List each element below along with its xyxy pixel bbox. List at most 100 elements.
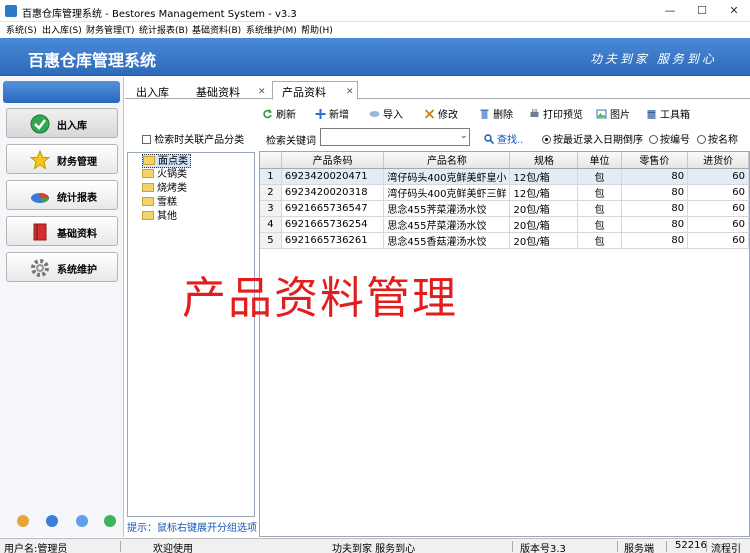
menu-maintenance[interactable]: 系统维护(M) xyxy=(246,23,297,36)
nav-inout-label: 出入库 xyxy=(57,121,87,132)
related-category-checkbox[interactable]: 检索时关联产品分类 xyxy=(142,131,244,146)
cell-unit[interactable]: 包 xyxy=(577,216,622,233)
add-button[interactable]: 新增 xyxy=(315,106,349,121)
menu-reports[interactable]: 统计报表(B) xyxy=(139,23,188,36)
refresh-button[interactable]: 刷新 xyxy=(262,106,296,121)
cell-retail[interactable]: 80 xyxy=(621,216,689,233)
search-input[interactable] xyxy=(320,128,470,146)
header-banner: 百惠仓库管理系统 功夫到家 服务到心 xyxy=(0,38,750,76)
maximize-button[interactable]: ☐ xyxy=(686,0,718,22)
edit-button[interactable]: 修改 xyxy=(424,106,458,121)
tree-item-hotpot[interactable]: 火锅类 xyxy=(142,168,187,182)
app-icon xyxy=(5,5,17,17)
sort-radio-name[interactable]: 按名称 xyxy=(697,131,738,146)
nav-reports-button[interactable]: 统计报表 xyxy=(6,180,118,210)
radio-dot[interactable] xyxy=(649,135,658,144)
cell-barcode[interactable]: 6923420020471 xyxy=(281,168,385,185)
footer-clock-icon[interactable] xyxy=(46,515,58,527)
cell-retail[interactable]: 80 xyxy=(621,184,689,201)
nav-basic-data-button[interactable]: 基础资料 xyxy=(6,216,118,246)
cell-name[interactable]: 思念455芹菜灌汤水饺 xyxy=(383,216,511,233)
cell-name[interactable]: 湾仔码头400克鲜美虾皇小 xyxy=(383,168,511,185)
delete-button[interactable]: 删除 xyxy=(479,106,513,121)
cell-unit[interactable]: 包 xyxy=(577,168,622,185)
sort-radio-code[interactable]: 按编号 xyxy=(649,131,690,146)
menu-inout[interactable]: 出入库(S) xyxy=(42,23,82,36)
checkbox-box[interactable] xyxy=(142,135,151,144)
status-server: 服务端 xyxy=(624,544,654,553)
tab-basic-data[interactable]: 基础资料 xyxy=(196,84,240,100)
menu-basic-data[interactable]: 基础资料(B) xyxy=(192,23,241,36)
footer-refresh-icon[interactable] xyxy=(104,515,116,527)
toolbox-button[interactable]: 工具箱 xyxy=(646,106,690,121)
nav-finance-button[interactable]: 财务管理 xyxy=(6,144,118,174)
table-row[interactable]: 3 6921665736547 思念455荠菜灌汤水饺 20包/箱 包 80 6… xyxy=(260,200,749,217)
tree-item-other[interactable]: 其他 xyxy=(142,210,177,224)
cell-barcode[interactable]: 6921665736261 xyxy=(281,232,385,249)
tree-item-bbq[interactable]: 烧烤类 xyxy=(142,182,187,196)
tab-inout[interactable]: 出入库 xyxy=(136,84,169,100)
col-barcode[interactable]: 产品条码 xyxy=(281,152,385,169)
search-button[interactable]: 查找.. xyxy=(484,131,523,146)
toolbox-icon xyxy=(647,110,656,119)
tab-products[interactable]: 产品资料 xyxy=(282,84,326,100)
cell-unit[interactable]: 包 xyxy=(577,232,622,249)
footer-edit-icon[interactable] xyxy=(17,515,29,527)
tree-item-noodle[interactable]: 面点类 xyxy=(142,154,191,168)
image-button[interactable]: 图片 xyxy=(596,106,630,121)
red-book-icon xyxy=(33,223,47,241)
cell-retail[interactable]: 80 xyxy=(621,232,689,249)
close-button[interactable]: ✕ xyxy=(718,0,750,22)
menu-system[interactable]: 系统(S) xyxy=(6,23,37,36)
print-preview-button[interactable]: 打印预览 xyxy=(529,106,583,121)
table-row[interactable]: 1 6923420020471 湾仔码头400克鲜美虾皇小 12包/箱 包 80… xyxy=(260,168,749,185)
chevron-down-icon[interactable]: ⌄ xyxy=(460,131,468,141)
col-cost[interactable]: 进货价 xyxy=(687,152,749,169)
tab-basic-data-close-icon[interactable]: ✕ xyxy=(258,87,266,97)
cell-spec[interactable]: 12包/箱 xyxy=(509,184,579,201)
cell-barcode[interactable]: 6923420020318 xyxy=(281,184,385,201)
cell-spec[interactable]: 20包/箱 xyxy=(509,232,579,249)
nav-inout-button[interactable]: 出入库 xyxy=(6,108,118,138)
table-row[interactable]: 2 6923420020318 湾仔码头400克鲜美虾三鲜 12包/箱 包 80… xyxy=(260,184,749,201)
col-unit[interactable]: 单位 xyxy=(577,152,622,169)
nav-maintenance-button[interactable]: 系统维护 xyxy=(6,252,118,282)
sort-radio-date[interactable]: 按最近录入日期倒序 xyxy=(542,131,643,146)
edit-icon xyxy=(424,109,435,119)
col-retail[interactable]: 零售价 xyxy=(621,152,689,169)
footer-info-icon[interactable] xyxy=(76,515,88,527)
import-button[interactable]: 导入 xyxy=(369,106,403,121)
tab-products-close-icon[interactable]: ✕ xyxy=(346,87,354,97)
cell-retail[interactable]: 80 xyxy=(621,200,689,217)
cell-cost[interactable]: 60 xyxy=(687,200,749,217)
cell-barcode[interactable]: 6921665736254 xyxy=(281,216,385,233)
cell-name[interactable]: 思念455荠菜灌汤水饺 xyxy=(383,200,511,217)
menu-finance[interactable]: 财务管理(T) xyxy=(86,23,135,36)
cell-cost[interactable]: 60 xyxy=(687,168,749,185)
cell-cost[interactable]: 60 xyxy=(687,184,749,201)
minimize-button[interactable]: — xyxy=(654,0,686,22)
status-port: 52216 xyxy=(675,540,707,551)
cell-retail[interactable]: 80 xyxy=(621,168,689,185)
cell-name[interactable]: 思念455香菇灌汤水饺 xyxy=(383,232,511,249)
table-row[interactable]: 5 6921665736261 思念455香菇灌汤水饺 20包/箱 包 80 6… xyxy=(260,232,749,249)
col-name[interactable]: 产品名称 xyxy=(383,152,511,169)
cell-spec[interactable]: 20包/箱 xyxy=(509,216,579,233)
cell-spec[interactable]: 20包/箱 xyxy=(509,200,579,217)
cell-barcode[interactable]: 6921665736547 xyxy=(281,200,385,217)
cell-cost[interactable]: 60 xyxy=(687,216,749,233)
cell-unit[interactable]: 包 xyxy=(577,184,622,201)
nav-panel: 出入库 财务管理 统计报表 基础资料 系统维护 xyxy=(0,77,124,537)
tree-item-icecream[interactable]: 雪糕 xyxy=(142,196,177,210)
cell-cost[interactable]: 60 xyxy=(687,232,749,249)
delete-label: 删除 xyxy=(493,110,513,121)
nav-basic-data-label: 基础资料 xyxy=(57,229,97,240)
cell-spec[interactable]: 12包/箱 xyxy=(509,168,579,185)
menu-help[interactable]: 帮助(H) xyxy=(301,23,333,36)
col-spec[interactable]: 规格 xyxy=(509,152,579,169)
radio-dot[interactable] xyxy=(542,135,551,144)
cell-unit[interactable]: 包 xyxy=(577,200,622,217)
table-row[interactable]: 4 6921665736254 思念455芹菜灌汤水饺 20包/箱 包 80 6… xyxy=(260,216,749,233)
radio-dot[interactable] xyxy=(697,135,706,144)
cell-name[interactable]: 湾仔码头400克鲜美虾三鲜 xyxy=(383,184,511,201)
